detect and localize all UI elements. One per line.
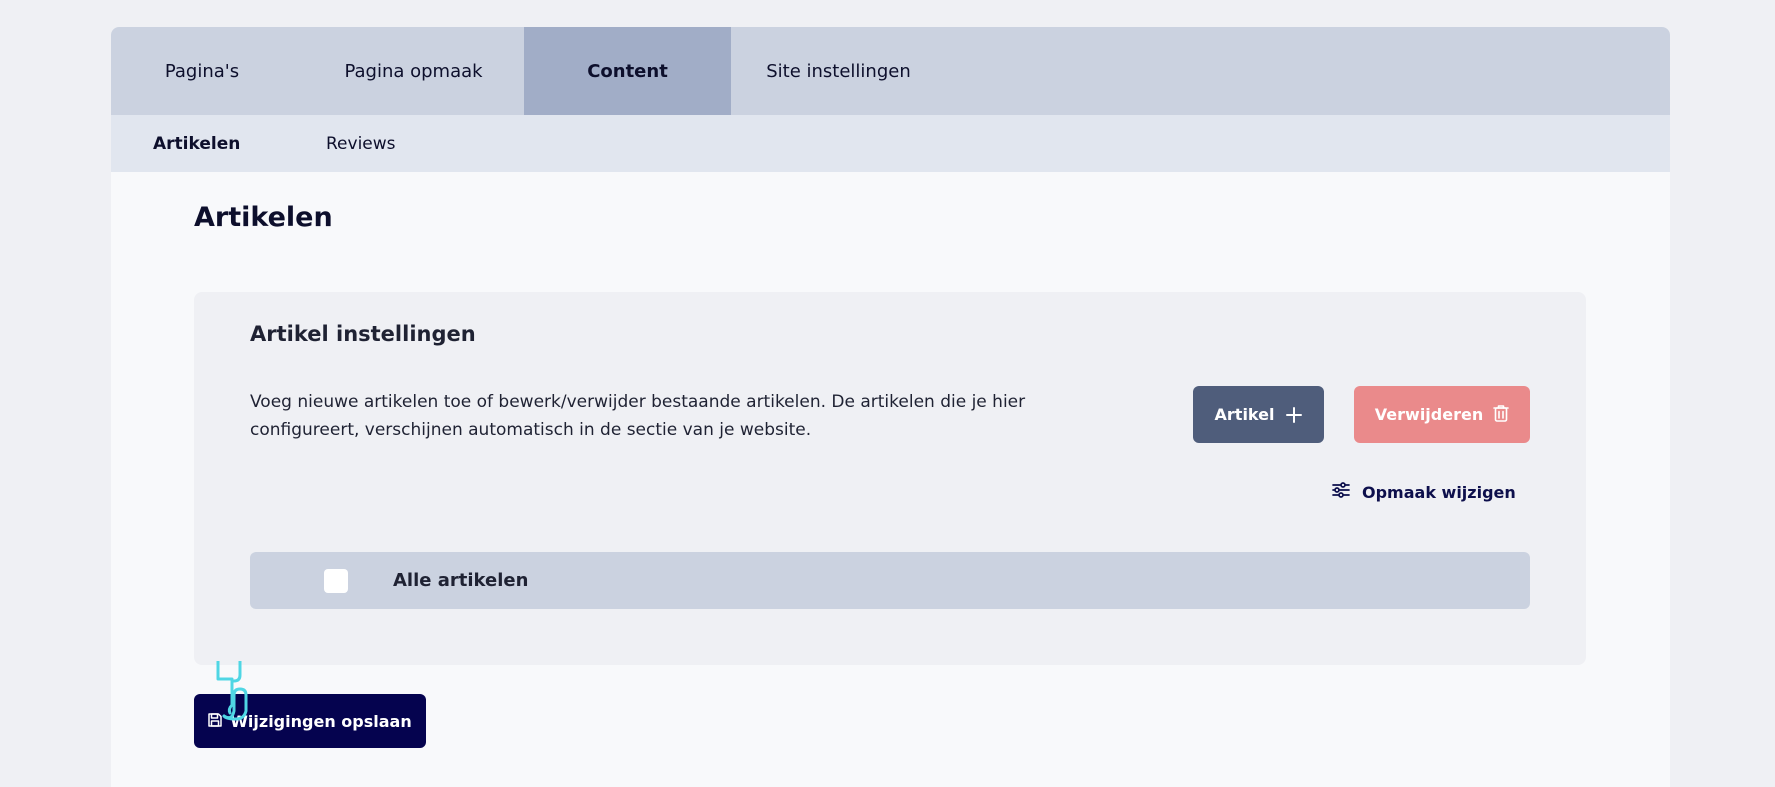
change-layout-link[interactable]: Opmaak wijzigen — [1332, 482, 1516, 502]
delete-button[interactable]: Verwijderen — [1354, 386, 1530, 443]
select-all-checkbox[interactable] — [324, 569, 348, 593]
save-changes-label: Wijzigingen opslaan — [230, 711, 412, 731]
subtab-label: Reviews — [326, 133, 396, 154]
all-articles-label: Alle artikelen — [393, 570, 529, 591]
save-icon — [208, 712, 223, 731]
tab-paginas[interactable]: Pagina's — [111, 27, 293, 115]
tab-label: Pagina opmaak — [344, 60, 483, 82]
save-changes-button[interactable]: Wijzigingen opslaan — [194, 694, 426, 748]
subtab-label: Artikelen — [153, 133, 241, 154]
tab-label: Pagina's — [164, 60, 240, 82]
content-panel: Pagina's Pagina opmaak Content Site inst… — [111, 27, 1670, 787]
tab-label: Content — [587, 60, 668, 82]
trash-icon — [1493, 404, 1510, 426]
subtab-reviews[interactable]: Reviews — [326, 115, 396, 172]
card-description: Voeg nieuwe artikelen toe of bewerk/verw… — [250, 392, 1026, 440]
add-article-label: Artikel — [1214, 405, 1275, 424]
delete-label: Verwijderen — [1374, 405, 1484, 424]
page-title: Artikelen — [194, 202, 333, 233]
sub-tab-bar: Artikelen Reviews — [111, 115, 1670, 172]
tab-label: Site instellingen — [766, 60, 911, 82]
tab-content[interactable]: Content — [524, 27, 731, 115]
card-title: Artikel instellingen — [250, 322, 476, 346]
article-settings-card: Artikel instellingen Voeg nieuwe artikel… — [194, 292, 1586, 665]
plus-icon — [1286, 403, 1303, 427]
articles-list-header: Alle artikelen — [250, 552, 1530, 609]
add-article-button[interactable]: Artikel — [1193, 386, 1324, 443]
top-tab-bar: Pagina's Pagina opmaak Content Site inst… — [111, 27, 1670, 115]
tab-pagina-opmaak[interactable]: Pagina opmaak — [293, 27, 534, 115]
tab-site-instellingen[interactable]: Site instellingen — [731, 27, 946, 115]
subtab-artikelen[interactable]: Artikelen — [153, 115, 240, 172]
sliders-icon — [1332, 482, 1350, 502]
change-layout-label: Opmaak wijzigen — [1362, 482, 1516, 502]
